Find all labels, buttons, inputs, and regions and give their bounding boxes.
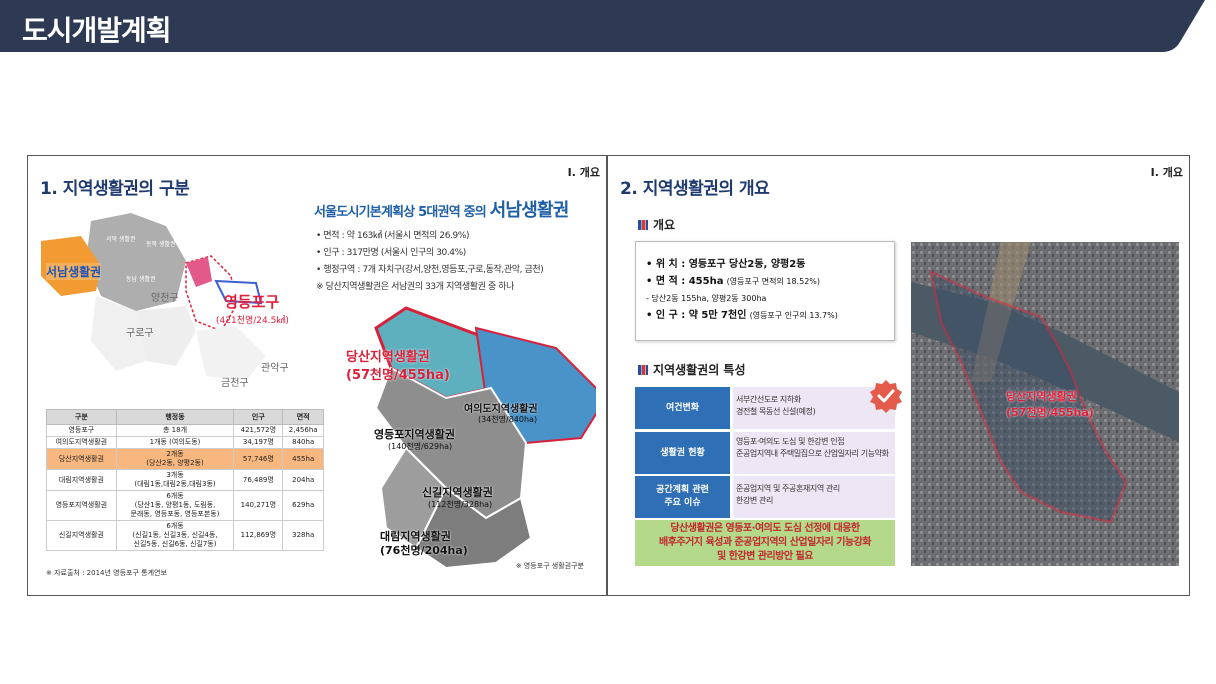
table-cell: 6개동 (신길1동, 신길3동, 신길4동, 신길5동, 신길6동, 신길7동) — [115, 520, 235, 551]
singil-district-label: 신길지역생활권 — [422, 486, 493, 499]
overview-box: • 위 치 : 영등포구 당산2동, 양평2동 • 면 적 : 455ha (영… — [635, 241, 895, 341]
section-tag: Ⅰ. 개요 — [567, 166, 600, 179]
area-detail-row: - 당산2동 155ha, 양평2동 300ha — [646, 294, 767, 303]
table-cell: 영등포지역생활권 — [46, 490, 117, 521]
svg-text:관악구: 관악구 — [261, 362, 289, 374]
population-row: • 인 구 : 약 5만 7천인 (영등포구 인구의 13.7%) — [646, 310, 838, 321]
table-cell: 34,197명 — [233, 436, 284, 449]
yeongdeungpo-stats: (421천명/24.5㎢) — [216, 316, 289, 326]
headline-prefix: 서울도시기본계획상 5대권역 중의 — [314, 205, 487, 220]
header-bar: 도시개발계획 — [0, 0, 1216, 54]
table-cell: 76,489명 — [233, 469, 284, 491]
table-row: 당산지역생활권 2개동 (당산2동, 양평2동) 57,746명 455ha — [46, 448, 324, 470]
table-row: 여의도지역생활권 1개동 (여의도동) 34,197명 840ha — [46, 436, 324, 449]
table-cell: 2개동 (당산2동, 양평2동) — [115, 448, 235, 470]
dangsan-district-stats: (57천명/455ha) — [346, 368, 450, 383]
aerial-photo: 당산지역생활권 (57천명/455ha) — [911, 242, 1179, 566]
table-cell: 455ha — [282, 448, 324, 470]
data-source-note: ※ 자료출처 : 2014년 영등포구 통계연보 — [46, 569, 167, 577]
table-cell: 140,271명 — [233, 490, 284, 521]
dangsan-district-label: 당산지역생활권 — [346, 350, 430, 365]
page-title: 도시개발계획 — [22, 14, 172, 47]
overview-bullets: • 면적 : 약 163㎢ (서울시 면적의 26.9%) • 인구 : 317… — [316, 228, 544, 296]
heading-bullet-icon — [638, 220, 648, 230]
yeongdeungpo-district-label: 영등포지역생활권 — [374, 428, 455, 441]
section-tag: Ⅰ. 개요 — [1150, 166, 1183, 179]
features-heading-text: 지역생활권의 특성 — [653, 363, 746, 377]
bullet-item: • 행정구역 : 7개 자치구(강서,양천,영등포,구로,동작,관악, 금천) — [316, 265, 544, 275]
district-stats-table: 구분 행정동 인구 면적 영등포구 총 18개 421,572명 2,456ha 여의도… — [46, 409, 324, 551]
slide-district-division: Ⅰ. 개요 1. 지역생활권의 구분 서북 생활권 동북 생활권 동남 생활권 … — [27, 155, 607, 596]
feature-row: 생활권 현황 영등포·여의도 도심 및 한강변 인접 준공업지역내 주택밀집으로… — [635, 432, 895, 474]
table-cell: 1개동 (여의도동) — [115, 436, 235, 449]
area-row: • 면 적 : 455ha (영등포구 면적의 18.52%) — [646, 276, 821, 287]
bullet-item: • 면적 : 약 163㎢ (서울시 면적의 26.9%) — [316, 231, 470, 241]
svg-text:구로구: 구로구 — [126, 328, 154, 339]
headline-main: 서남생활권 — [489, 200, 570, 221]
seoul-region-map: 서북 생활권 동북 생활권 동남 생활권 양천구 구로구 금천구 관악구 서남생… — [36, 191, 336, 406]
table-cell: 629ha — [282, 490, 324, 521]
svg-text:양천구: 양천구 — [151, 292, 179, 304]
table-cell: 421,572명 — [233, 424, 284, 437]
table-cell: 57,746명 — [233, 448, 284, 470]
feature-label: 여건변화 — [635, 387, 730, 429]
feature-label: 공간계획 관련 주요 이슈 — [635, 476, 730, 518]
table-cell: 여의도지역생활권 — [46, 436, 117, 449]
dangsan-photo-stats: (57천명/455ha) — [1006, 406, 1094, 419]
overview-heading: 개요 — [638, 216, 675, 233]
feature-label: 생활권 현황 — [635, 432, 730, 474]
dangsan-photo-label: 당산지역생활권 — [1006, 390, 1077, 403]
slide-title: 2. 지역생활권의 개요 — [620, 179, 770, 199]
svg-text:서북 생활권: 서북 생활권 — [106, 235, 136, 243]
table-cell: 영등포구 — [46, 424, 117, 437]
svg-text:동북 생활권: 동북 생활권 — [146, 240, 176, 248]
table-cell: 총 18개 — [115, 424, 235, 437]
yeouido-district-stats: (34천명/840ha) — [478, 415, 538, 424]
table-row: 영등포구 총 18개 421,572명 2,456ha — [46, 424, 324, 437]
yeouido-district-label: 여의도지역생활권 — [464, 404, 538, 415]
table-cell: 6개동 (당산1동, 양평1동, 도림동, 문래동, 영등포동, 영등포본동) — [115, 490, 235, 521]
feature-row: 공간계획 관련 주요 이슈 준공업지역 및 주공혼재지역 관리 한강변 관리 — [635, 476, 895, 518]
table-cell: 당산지역생활권 — [46, 448, 117, 470]
table-cell: 328ha — [282, 520, 324, 551]
table-header: 면적 — [282, 409, 324, 425]
feature-desc: 준공업지역 및 주공혼재지역 관리 한강변 관리 — [733, 476, 895, 518]
yeongdeungpo-label: 영등포구 — [224, 293, 280, 311]
table-header: 구분 — [46, 409, 117, 425]
table-row: 신길지역생활권 6개동 (신길1동, 신길3동, 신길4동, 신길5동, 신길6동… — [46, 520, 324, 551]
heading-bullet-icon — [638, 365, 648, 375]
district-map: 당산지역생활권 (57천명/455ha) 여의도지역생활권 (34천명/840h… — [346, 288, 606, 578]
table-cell: 840ha — [282, 436, 324, 449]
table-row: 대림지역생활권 3개동 (대림1동,대림2동,대림3동) 76,489명 204ha — [46, 469, 324, 491]
overview-heading-text: 개요 — [653, 218, 676, 232]
southwest-region-label: 서남생활권 — [46, 263, 102, 280]
svg-text:금천구: 금천구 — [221, 377, 249, 389]
summary-box: 당산생활권은 영등포·여의도 도심 선정에 대응한 배후주거지 육성과 준공업지… — [635, 520, 895, 566]
headline: 서울도시기본계획상 5대권역 중의 서남생활권 — [314, 196, 570, 222]
table-header: 인구 — [233, 409, 284, 425]
svg-text:동남 생활권: 동남 생활권 — [126, 275, 156, 283]
check-badge-icon — [870, 380, 902, 413]
singil-district-stats: (112천명/328ha) — [428, 500, 493, 509]
map-note: ※ 영등포구 생활권구분 — [515, 562, 584, 570]
location-row: • 위 치 : 영등포구 당산2동, 양평2동 — [646, 259, 806, 270]
table-header: 행정동 — [115, 409, 235, 425]
yeongdeungpo-district-stats: (140천명/629ha) — [388, 442, 453, 451]
feature-desc: 영등포·여의도 도심 및 한강변 인접 준공업지역내 주택밀집으로 산업일자리 … — [733, 432, 895, 474]
header-background — [0, 0, 1205, 52]
daerim-district-stats: (76천명/204ha) — [380, 544, 468, 557]
table-cell: 204ha — [282, 469, 324, 491]
seoul-map-graphic: 서북 생활권 동북 생활권 동남 생활권 양천구 구로구 금천구 관악구 — [41, 213, 289, 389]
table-cell: 3개동 (대림1동,대림2동,대림3동) — [115, 469, 235, 491]
feature-row: 여건변화 서부간선도로 지하화 경전철 목동선 신설(예정) — [635, 387, 895, 429]
table-cell: 112,869명 — [233, 520, 284, 551]
features-heading: 지역생활권의 특성 — [638, 361, 746, 378]
table-cell: 신길지역생활권 — [46, 520, 117, 551]
table-cell: 대림지역생활권 — [46, 469, 117, 491]
table-cell: 2,456ha — [282, 424, 324, 437]
slide-district-overview: Ⅰ. 개요 2. 지역생활권의 개요 개요 • 위 치 : 영등포구 당산2동,… — [607, 155, 1190, 596]
bullet-item: • 인구 : 317만명 (서울시 인구의 30.4%) — [316, 248, 466, 258]
table-row: 영등포지역생활권 6개동 (당산1동, 양평1동, 도림동, 문래동, 영등포동,… — [46, 490, 324, 521]
